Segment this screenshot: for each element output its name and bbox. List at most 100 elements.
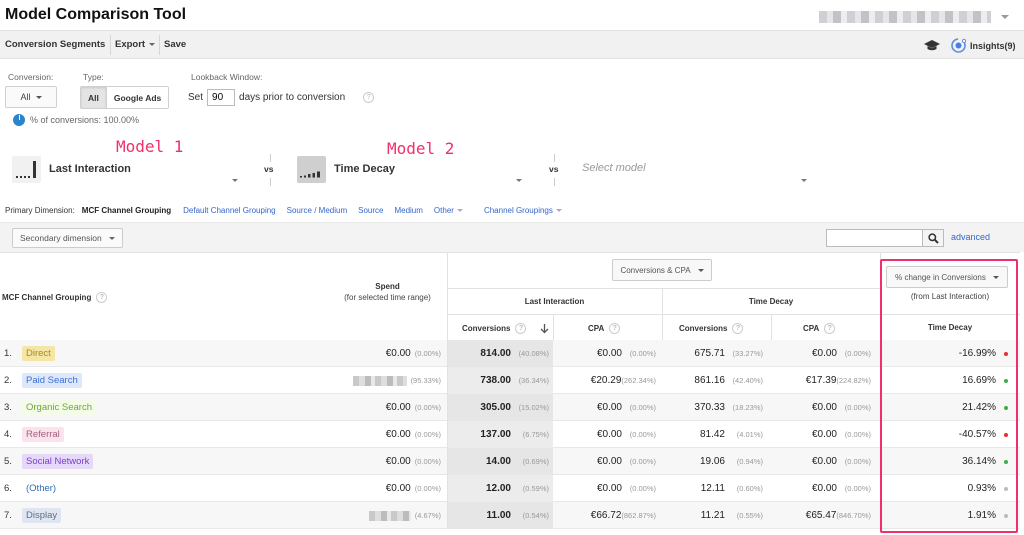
help-icon[interactable]: ? (515, 323, 527, 334)
li-cpa-percent: (0.00%) (629, 349, 656, 358)
spend-cell: €0.00 (0.00%) (386, 394, 441, 421)
td-cpa-value: €0.00 (811, 483, 837, 494)
filter-bar: Secondary dimension advanced (0, 222, 1024, 252)
primary-dimension-label: Primary Dimension: (5, 206, 75, 215)
td-cpa-cell: €0.00 (0.00%) (812, 421, 871, 448)
li-cpa-cell: €0.00 (0.00%) (597, 340, 656, 367)
dimension-source-medium[interactable]: Source / Medium (287, 206, 347, 215)
change-value: 0.93% (967, 483, 996, 494)
help-icon[interactable]: ? (732, 323, 744, 334)
dimension-medium[interactable]: Medium (394, 206, 422, 215)
comparison-table-header: MCF Channel Grouping ? Spend (for select… (0, 252, 1020, 341)
channel-tag[interactable]: Paid Search (22, 373, 82, 388)
li-cpa-value: €0.00 (596, 348, 622, 359)
td-cpa-percent: (224.82%) (836, 376, 871, 385)
td-cpa-percent: (846.70%) (836, 511, 871, 520)
td-cpa-value: €0.00 (811, 348, 837, 359)
change-metric-dropdown[interactable]: % change in Conversions (886, 266, 1008, 288)
spend-cell: €0.00 (0.00%) (386, 340, 441, 367)
save-button[interactable]: Save (164, 39, 186, 50)
conversion-segments-button[interactable]: Conversion Segments (5, 39, 105, 50)
change-cell: 1.91% (968, 502, 1008, 529)
channel-groupings-label: Channel Groupings (483, 206, 553, 215)
advanced-filter-link[interactable]: advanced (951, 232, 990, 242)
channel-tag[interactable]: Display (22, 508, 62, 523)
save-label: Save (164, 39, 187, 50)
secondary-dimension-dropdown[interactable]: Secondary dimension (12, 228, 123, 248)
li-conversions-value: 137.00 (480, 429, 511, 440)
model-1-selector[interactable]: Last Interaction (12, 155, 131, 183)
td-cpa-value: €65.47 (805, 510, 837, 521)
li-conversions-cell: 11.00 (0.54%) (487, 502, 549, 529)
li-conversions-value: 738.00 (480, 375, 511, 386)
table-search-input[interactable] (826, 229, 923, 247)
td-cpa-header[interactable]: CPA ? (803, 323, 836, 334)
td-conversions-percent: (0.60%) (736, 484, 763, 493)
table-row: 1. Direct €0.00 (0.00%) 814.00 (40.08%) €0… (0, 340, 1020, 367)
channel-tag[interactable]: Referral (22, 427, 64, 442)
export-label: Export (115, 39, 146, 50)
td-conversions-header[interactable]: Conversions ? (679, 323, 744, 334)
li-conversions-header[interactable]: Conversions ? (462, 323, 549, 334)
model-2-selector[interactable]: Time Decay (297, 155, 395, 183)
li-conversions-percent: (40.08%) (518, 349, 549, 358)
lookback-days-input[interactable] (207, 89, 236, 106)
row-rank: 2. (4, 375, 12, 386)
metric-selector-dropdown[interactable]: Conversions & CPA (612, 259, 712, 281)
model-3-selector[interactable]: Select model (582, 162, 646, 174)
export-button[interactable]: Export (115, 39, 156, 50)
metric-selector-label: Conversions & CPA (620, 265, 691, 275)
td-conversions-percent: (33.27%) (732, 349, 763, 358)
lookback-prefix: Set (188, 92, 204, 103)
dimension-other[interactable]: Other (434, 206, 463, 215)
change-value: 1.91% (967, 510, 996, 521)
help-icon[interactable]: ? (824, 323, 836, 334)
chevron-down-icon (232, 179, 238, 182)
li-conversions-value: 12.00 (485, 483, 511, 494)
td-conversions-cell: 11.21 (0.55%) (701, 502, 763, 529)
search-button[interactable] (922, 229, 944, 247)
table-row: 3. Organic Search €0.00 (0.00%) 305.00 (15… (0, 394, 1020, 421)
help-icon[interactable]: ? (363, 92, 375, 103)
channel-groupings-dropdown[interactable]: Channel Groupings (484, 206, 562, 215)
help-icon[interactable]: ? (609, 323, 621, 334)
channel-tag[interactable]: Direct (22, 346, 55, 361)
conversion-dropdown[interactable]: All (5, 86, 57, 108)
graduation-cap-icon[interactable] (924, 38, 940, 52)
td-conversions-cell: 12.11 (0.60%) (701, 475, 763, 502)
spend-value: €0.00 (385, 483, 411, 494)
channel-tag[interactable]: Organic Search (22, 400, 97, 415)
spend-percent: (0.00%) (414, 430, 441, 439)
td-cpa-value: €0.00 (811, 456, 837, 467)
spend-percent: (0.00%) (414, 457, 441, 466)
model-2-dropdown-toggle[interactable] (516, 169, 522, 187)
row-rank: 6. (4, 483, 12, 494)
td-conversions-cell: 675.71 (33.27%) (694, 340, 763, 367)
spend-header[interactable]: Spend (330, 282, 445, 291)
li-cpa-header[interactable]: CPA ? (588, 323, 621, 334)
model-1-dropdown-toggle[interactable] (232, 169, 238, 187)
type-google-ads-button[interactable]: Google Ads (106, 87, 169, 108)
dimension-column-header[interactable]: MCF Channel Grouping ? (2, 292, 108, 303)
li-conversions-cell: 814.00 (40.08%) (480, 340, 549, 367)
insights-button[interactable]: Insights(9) (950, 37, 1016, 54)
td-conversions-label: Conversions (679, 324, 728, 333)
dimension-default-channel-grouping[interactable]: Default Channel Grouping (183, 206, 276, 215)
channel-tag[interactable]: Social Network (22, 454, 94, 469)
li-cpa-label: CPA (588, 324, 605, 333)
help-icon[interactable]: ? (96, 292, 108, 303)
td-conversions-percent: (4.01%) (736, 430, 763, 439)
model-1-annotation: Model 1 (116, 137, 184, 156)
sort-descending-icon[interactable] (540, 323, 549, 334)
channel-tag[interactable]: (Other) (22, 481, 60, 496)
td-cpa-percent: (0.00%) (844, 403, 871, 412)
row-rank: 3. (4, 402, 12, 413)
dimension-source[interactable]: Source (358, 206, 383, 215)
account-selector[interactable] (815, 7, 1013, 27)
type-all-button[interactable]: All (81, 87, 107, 108)
spend-cell: €0.00 (0.00%) (386, 448, 441, 475)
chevron-down-icon (1001, 15, 1009, 19)
model-3-dropdown-toggle[interactable] (801, 169, 807, 187)
li-cpa-percent: (0.00%) (629, 403, 656, 412)
td-cpa-percent: (0.00%) (844, 457, 871, 466)
